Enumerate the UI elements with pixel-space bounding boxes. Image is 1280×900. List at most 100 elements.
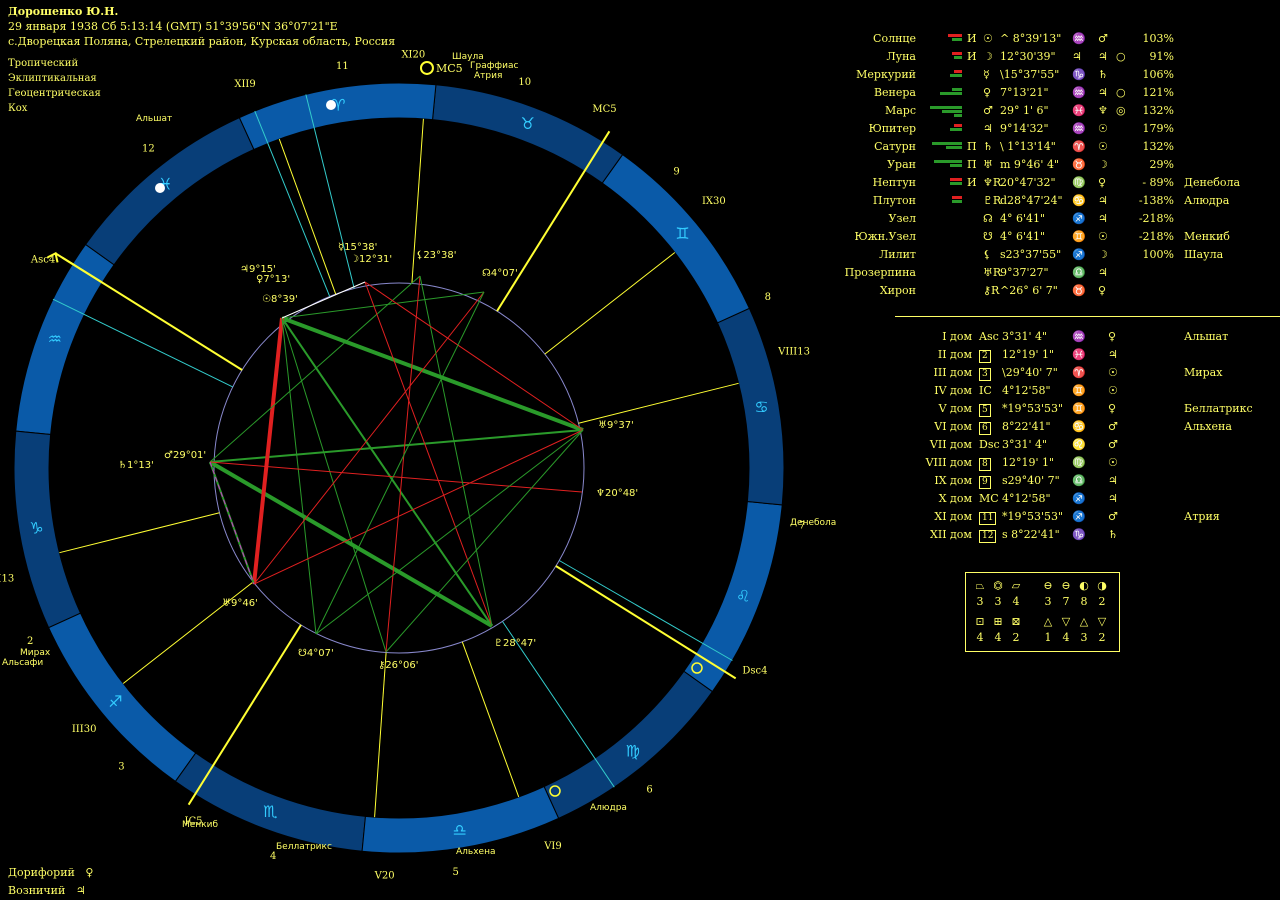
house-name: XI дом [934,510,972,523]
planet-strength-pct: 121% [1142,86,1174,99]
planet-ruler-icon: ♃ [1098,212,1108,225]
cusp-label: Dsc4 [742,666,767,677]
planet-position: ^26° 6' 7" [1000,284,1058,297]
planet-row: Меркурий ☿ \15°37'55" ♑ ♄ 106% [840,68,1280,86]
element-count: 3 [1080,631,1088,644]
house-position: s 8°22'41" [1002,528,1060,541]
zodiac-sign-icon: ♌ [736,587,750,606]
element-count: 2 [1012,631,1020,644]
planet-name: Луна [886,50,916,63]
house-sign-icon: ♍ [1072,456,1086,469]
planet-ruler-icon: ♃ [1098,266,1108,279]
house-name: IX дом [934,474,972,487]
zodiac-sector [238,82,437,151]
element-symbol-icon: ⏢ [975,579,985,592]
zodiac-sector [716,307,785,506]
planet-glyph-icon: ♃ [983,122,993,135]
footer-star-1: Дорифорий ♀ [8,866,94,879]
planet-strength-pct: -138% [1138,194,1174,207]
element-symbol-icon: △ [1043,615,1053,628]
house-name: VIII дом [925,456,972,469]
planet-label: ⚷26°06' [378,660,419,671]
house-number: 11 [336,61,349,72]
element-count: 2 [1098,595,1106,608]
planet-name: Меркурий [856,68,916,81]
house-sign-icon: ♋ [1072,420,1086,433]
house-cusp-line [555,565,737,680]
planet-ruler-icon: ♄ [1098,68,1108,81]
house-cusp: Asc [979,330,999,343]
strength-bar [946,146,962,149]
strength-bar [942,110,962,113]
planet-glyph-icon: ♇R [983,194,1002,207]
zodiac-sign-icon: ♋ [754,397,768,416]
house-number: 5 [452,867,458,878]
house-ruler-icon: ☉ [1108,456,1118,469]
cusp-label: MC5 [592,104,616,115]
planet-label: ⚸23°38' [416,250,457,261]
fixed-star-label: Атрия [474,71,502,81]
house-position: 8°22'41" [1002,420,1051,433]
planet-fixed-star: Алюдра [1184,194,1230,207]
planet-name: Хирон [879,284,916,297]
house-row: VI дом 6 8°22'41" ♋ ♂ Альхена [900,420,1280,438]
element-symbol-icon: △ [1079,615,1089,628]
aspect-line [253,291,485,585]
house-sign-icon: ♊ [1072,384,1086,397]
house-cusp-line [187,624,302,806]
house-cusp-line [496,130,611,312]
element-count: 4 [994,631,1002,644]
planet-glyph-icon: ♅ [983,158,993,171]
house-cusp: MC [979,492,999,505]
house-position: 3°31' 4" [1002,438,1048,451]
zodiac-sign-icon: ♎ [452,820,466,839]
planet-glyph-icon: ☿ [983,68,990,81]
planet-name: Венера [873,86,916,99]
planet-name: Плутон [872,194,916,207]
planet-position: 9°14'32" [1000,122,1049,135]
strength-bar [950,74,962,77]
planet-row: Солнце И ☉ ^ 8°39'13" ♒ ♂ 103% [840,32,1280,50]
element-symbol-icon: ⊖ [1061,579,1071,592]
planet-row: Марс ♂ 29° 1' 6" ♓ ♆ ◎ 132% [840,104,1280,122]
planet-sign-icon: ♒ [1072,86,1086,99]
planet-name: Солнце [873,32,916,45]
house-sign-icon: ♒ [1072,330,1086,343]
house-row: VIII дом 8 12°19' 1" ♍ ☉ [900,456,1280,474]
house-ruler-icon: ♂ [1108,438,1118,451]
table-divider [895,316,1280,317]
house-number: 12 [142,143,155,154]
house-position: 3°31' 4" [1002,330,1048,343]
natal-chart-wheel[interactable]: ♒♑♐♏♎♍♌♋♊♉♈♓Asc4XII9XI20MC5IX30VIII13Dsc… [0,0,880,900]
house-sign-icon: ♓ [1072,348,1086,361]
fixed-star-label: Альхена [456,847,495,857]
planet-ruler-icon: ♃ [1098,194,1108,207]
mc-label: MC5 [436,62,463,75]
planet-flag: И [967,50,977,63]
planet-ruler-icon: ☽ [1098,158,1108,171]
house-number: 9 [673,166,679,177]
fixed-star-label: Денебола [790,518,836,528]
aspect-line [385,429,584,653]
house-cusp: 11 [979,512,997,525]
element-count: 4 [1012,595,1020,608]
planet-glyph-icon: ⚷R [983,284,1000,297]
fixed-star-label: Беллатрикс [276,842,332,852]
house-name: IV дом [934,384,972,397]
planet-strength-pct: 132% [1142,104,1174,117]
house-fixed-star: Атрия [1184,510,1220,523]
planet-row: Хирон ⚷R ^26° 6' 7" ♉ ♀ [840,284,1280,302]
planet-position: 7°13'21" [1000,86,1049,99]
planet-label: ☿15°38' [338,242,377,253]
planet-row: Южн.Узел ☋ 4° 6'41" ♊ ☉ -218% Менкиб [840,230,1280,248]
house-row: X дом MC 4°12'58" ♐ ♃ [900,492,1280,510]
strength-bar [940,92,962,95]
house-row: V дом 5 *19°53'53" ♊ ♀ Беллатрикс [900,402,1280,420]
fixed-star-label: Алюдра [590,803,627,813]
planet-ruler-icon: ♀ [1098,176,1107,189]
house-cusp-line [544,252,676,355]
house-cusp: Dsc [979,438,1000,451]
planet-glyph-icon: ♅R [983,266,1002,279]
house-cusp-line [278,138,337,295]
house-fixed-star: Мирах [1184,366,1223,379]
